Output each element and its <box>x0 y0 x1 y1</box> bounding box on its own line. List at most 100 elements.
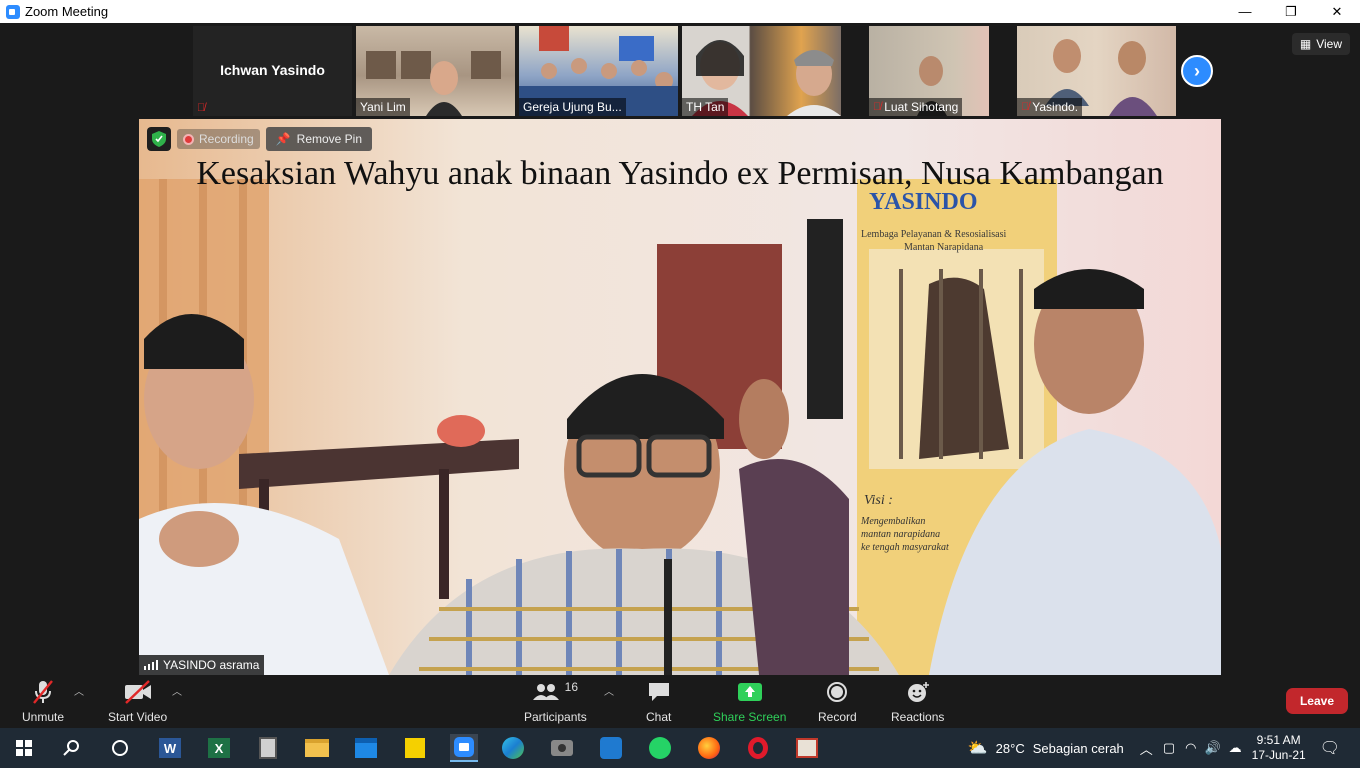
meeting-controls: Unmute ︿ Start Video ︿ 16 Participants ︿… <box>0 675 1360 728</box>
cloud-sync-icon[interactable]: ☁ <box>1229 740 1242 756</box>
meet-now-icon[interactable]: ▢ <box>1163 740 1175 756</box>
mic-muted-icon <box>33 680 53 704</box>
task-view-icon[interactable] <box>106 734 134 762</box>
reactions-button[interactable]: Reactions <box>891 679 944 724</box>
start-video-button[interactable]: Start Video <box>108 679 167 724</box>
view-label: View <box>1316 37 1342 51</box>
recording-dot-icon <box>183 133 194 145</box>
weather-text[interactable]: Sebagian cerah <box>1033 741 1124 756</box>
firefox-icon[interactable] <box>695 734 723 762</box>
participant-label: 🎙̸ Luat Sihotang <box>869 98 963 116</box>
audio-options-caret-icon[interactable]: ︿ <box>74 683 84 698</box>
clock-time: 9:51 AM <box>1256 733 1301 747</box>
participant-tile[interactable]: TH Tan <box>682 26 841 116</box>
edge-browser-icon[interactable] <box>499 734 527 762</box>
participant-tile[interactable]: Ichwan Yasindo 🎙̸ <box>193 26 352 116</box>
participant-name: Gereja Ujung Bu... <box>523 100 622 114</box>
chat-bubble-icon <box>648 683 669 701</box>
svg-text:Mengembalikan: Mengembalikan <box>860 516 925 527</box>
notifications-icon[interactable]: 🗨 <box>1320 738 1340 758</box>
next-page-arrow-icon[interactable]: › <box>1181 55 1213 87</box>
meeting-area: Ichwan Yasindo 🎙̸ Yani Lim Gereja Ujung … <box>0 23 1360 675</box>
zoom-app-icon <box>6 4 20 19</box>
participant-tile[interactable]: Yani Lim <box>356 26 515 116</box>
remove-pin-button[interactable]: 📌 Remove Pin <box>265 127 373 151</box>
window-titlebar: Zoom Meeting — ❐ ✕ <box>0 0 1360 23</box>
camera-app-icon[interactable] <box>548 734 576 762</box>
temperature[interactable]: 28°C <box>996 741 1025 756</box>
clock-date: 17-Jun-21 <box>1251 748 1306 762</box>
participant-tile[interactable]: 🎙̸ Yasindo. <box>1017 26 1176 116</box>
record-button[interactable]: Record <box>818 679 857 724</box>
reactions-smiley-icon <box>907 682 929 702</box>
meeting-headline: Kesaksian Wahyu anak binaan Yasindo ex P… <box>196 155 1164 192</box>
share-screen-button[interactable]: Share Screen <box>713 679 786 724</box>
unmute-button[interactable]: Unmute <box>22 679 64 724</box>
participant-tile[interactable]: 🎙̸ Luat Sihotang <box>869 26 989 116</box>
video-topbar: Recording 📌 Remove Pin <box>147 127 373 151</box>
video-options-caret-icon[interactable]: ︿ <box>172 683 182 698</box>
windows-start-icon[interactable] <box>10 734 38 762</box>
weather-icon[interactable]: ⛅ <box>968 738 988 758</box>
participant-label: Yani Lim <box>356 98 410 116</box>
speaker-icon[interactable]: 🔊 <box>1204 740 1220 756</box>
calendar-app-icon[interactable] <box>352 734 380 762</box>
share-screen-label: Share Screen <box>713 710 787 724</box>
minimize-button[interactable]: — <box>1222 0 1268 23</box>
zoom-taskbar-icon[interactable] <box>450 734 478 762</box>
participant-name: Ichwan Yasindo <box>220 62 325 78</box>
wifi-icon[interactable]: ◠ <box>1185 740 1196 756</box>
mic-muted-icon: 🎙̸ <box>197 102 206 114</box>
pin-icon: 📌 <box>275 132 291 146</box>
speaker-video-frame: YASINDO Lembaga Pelayanan & Resosialisas… <box>139 119 1221 675</box>
speaker-name: YASINDO asrama <box>163 658 260 672</box>
video-off-icon <box>124 680 151 704</box>
file-explorer-icon[interactable] <box>303 734 331 762</box>
remove-pin-label: Remove Pin <box>296 132 363 146</box>
participants-options-caret-icon[interactable]: ︿ <box>604 683 614 698</box>
whatsapp-icon[interactable] <box>646 734 674 762</box>
record-icon <box>827 682 848 702</box>
recording-indicator: Recording <box>177 129 260 149</box>
participants-label: Participants <box>524 710 587 724</box>
app-icon[interactable] <box>793 734 821 762</box>
recording-label: Recording <box>199 132 254 146</box>
view-button[interactable]: ▦ View <box>1291 33 1350 55</box>
chevron-up-icon[interactable]: ︿ <box>1140 739 1153 758</box>
calculator-app-icon[interactable] <box>254 734 282 762</box>
svg-text:mantan narapidana: mantan narapidana <box>861 529 940 540</box>
reactions-label: Reactions <box>891 710 945 724</box>
close-button[interactable]: ✕ <box>1314 0 1360 23</box>
svg-text:Lembaga Pelayanan & Resosialis: Lembaga Pelayanan & Resosialisasi <box>861 229 1006 240</box>
pinned-video[interactable]: YASINDO Lembaga Pelayanan & Resosialisas… <box>139 119 1221 675</box>
word-app-icon[interactable]: W <box>156 734 184 762</box>
participant-label: Gereja Ujung Bu... <box>519 98 626 116</box>
encryption-shield-icon[interactable] <box>147 127 171 151</box>
search-icon[interactable] <box>58 734 86 762</box>
excel-app-icon[interactable]: X <box>205 734 233 762</box>
share-screen-icon <box>737 683 762 701</box>
clock[interactable]: 9:51 AM 17-Jun-21 <box>1252 733 1306 763</box>
restore-button[interactable]: ❐ <box>1268 0 1314 23</box>
window-title: Zoom Meeting <box>25 4 109 19</box>
system-tray: ⛅ 28°C Sebagian cerah ︿ ▢ ◠ 🔊 ☁ 9:51 AM … <box>968 728 1360 768</box>
participant-name: Yani Lim <box>360 100 406 114</box>
mic-muted-icon: 🎙̸ <box>1021 101 1030 113</box>
chat-button[interactable]: Chat <box>646 679 671 724</box>
record-label: Record <box>818 710 857 724</box>
opera-icon[interactable] <box>744 734 772 762</box>
unmute-label: Unmute <box>22 710 65 724</box>
speaker-name-label: YASINDO asrama <box>139 655 265 675</box>
participant-name: Yasindo. <box>1032 100 1079 114</box>
participants-count: 16 <box>564 680 579 694</box>
participant-tile[interactable]: Gereja Ujung Bu... <box>519 26 678 116</box>
chat-label: Chat <box>646 710 672 724</box>
participant-name: Luat Sihotang <box>884 100 959 114</box>
teamviewer-icon[interactable] <box>597 734 625 762</box>
sticky-notes-icon[interactable] <box>401 734 429 762</box>
leave-button[interactable]: Leave <box>1285 688 1348 714</box>
grid-view-icon: ▦ <box>1299 37 1312 51</box>
svg-text:Mantan Narapidana: Mantan Narapidana <box>904 242 984 253</box>
participants-button[interactable]: 16 Participants <box>524 679 587 724</box>
participant-label: TH Tan <box>682 98 729 116</box>
